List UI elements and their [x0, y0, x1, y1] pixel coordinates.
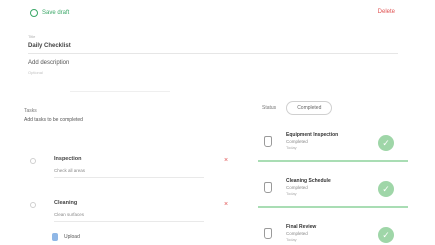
- card-meta: Completed: [286, 231, 308, 236]
- title-underline: [28, 53, 398, 54]
- checklist-label: Tasks: [24, 108, 37, 114]
- check-icon[interactable]: ✓: [378, 135, 394, 151]
- lock-icon: [264, 136, 272, 147]
- card-progress-bar: [258, 160, 408, 162]
- card-title: Equipment Inspection: [286, 132, 339, 138]
- title-value[interactable]: Daily Checklist: [28, 43, 398, 49]
- card-meta: Completed: [286, 139, 308, 144]
- description-value[interactable]: Add description: [28, 60, 398, 66]
- status-label: Status: [262, 105, 277, 111]
- description-field[interactable]: Add description Optional: [28, 60, 398, 75]
- checklist-description: Add tasks to be completed: [24, 117, 83, 123]
- top-bar: Save draft Delete: [0, 0, 435, 28]
- card-title: Final Review: [286, 224, 317, 230]
- lock-icon: [264, 228, 272, 239]
- card-date: Today: [286, 237, 297, 242]
- task-underline: [54, 177, 204, 178]
- task-subtitle[interactable]: Check all areas: [54, 168, 240, 173]
- lock-icon: [264, 182, 272, 193]
- card-progress-bar: [258, 206, 408, 208]
- task-name[interactable]: Inspection: [54, 156, 240, 162]
- section-divider: [70, 91, 170, 92]
- status-card[interactable]: Cleaning Schedule Completed Today ✓: [258, 172, 408, 208]
- status-card[interactable]: Final Review Completed Today ✓: [258, 218, 408, 245]
- checklist-header: Tasks Add tasks to be completed: [24, 108, 244, 123]
- task-item[interactable]: Inspection Check all areas ×: [30, 156, 240, 178]
- circle-check-icon: [30, 9, 38, 17]
- task-name[interactable]: Cleaning: [54, 200, 240, 206]
- save-draft-button[interactable]: Save draft: [30, 9, 69, 17]
- upload-button[interactable]: Upload: [52, 233, 80, 241]
- check-icon[interactable]: ✓: [378, 227, 394, 243]
- task-underline: [54, 221, 204, 222]
- card-title: Cleaning Schedule: [286, 178, 331, 184]
- card-meta: Completed: [286, 185, 308, 190]
- task-subtitle[interactable]: Clean surfaces: [54, 212, 240, 217]
- delete-button[interactable]: Delete: [378, 9, 395, 15]
- title-field[interactable]: Title Daily Checklist: [28, 34, 398, 54]
- card-date: Today: [286, 145, 297, 150]
- description-hint: Optional: [28, 70, 43, 75]
- status-header: Status Completed: [262, 101, 333, 115]
- task-bullet-icon: [30, 158, 36, 164]
- card-date: Today: [286, 191, 297, 196]
- title-caption: Title: [28, 34, 36, 39]
- check-icon[interactable]: ✓: [378, 181, 394, 197]
- close-icon[interactable]: ×: [224, 157, 230, 164]
- status-card[interactable]: Equipment Inspection Completed Today ✓: [258, 126, 408, 162]
- task-bullet-icon: [30, 202, 36, 208]
- upload-label: Upload: [64, 234, 80, 240]
- file-icon: [52, 233, 58, 241]
- status-filter-pill[interactable]: Completed: [286, 101, 333, 115]
- save-draft-label: Save draft: [42, 10, 70, 16]
- task-item[interactable]: Cleaning Clean surfaces ×: [30, 200, 240, 222]
- close-icon[interactable]: ×: [224, 201, 230, 208]
